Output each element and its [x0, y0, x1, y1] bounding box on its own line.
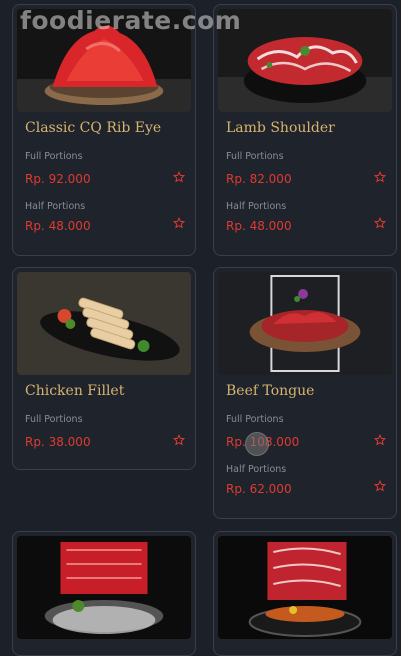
- dish-title: Chicken Fillet: [25, 383, 125, 399]
- menu-card-lamb-shoulder[interactable]: Lamb Shoulder Full Portions Rp. 82.000 H…: [213, 4, 397, 256]
- star-outline-icon[interactable]: [374, 434, 386, 446]
- portion-label-full: Full Portions: [226, 151, 284, 162]
- portion-label-full: Full Portions: [226, 414, 284, 425]
- portion-label-full: Full Portions: [25, 151, 83, 162]
- watermark: foodierate.com: [20, 6, 242, 35]
- price-full: Rp. 82.000: [226, 172, 292, 186]
- dish-photo-partial-left: [17, 536, 191, 639]
- star-outline-icon[interactable]: [374, 171, 386, 183]
- menu-card-beef-tongue[interactable]: Beef Tongue Full Portions Rp. 108.000 Ha…: [213, 267, 397, 519]
- star-outline-icon[interactable]: [173, 171, 185, 183]
- star-outline-icon[interactable]: [173, 217, 185, 229]
- star-outline-icon[interactable]: [374, 480, 386, 492]
- menu-card-chicken-fillet[interactable]: Chicken Fillet Full Portions Rp. 38.000: [12, 267, 196, 470]
- loading-spinner-icon: [245, 432, 269, 456]
- menu-card-rib-eye[interactable]: Classic CQ Rib Eye Full Portions Rp. 92.…: [12, 4, 196, 256]
- menu-card-partial-right[interactable]: [213, 531, 397, 656]
- portion-label-half: Half Portions: [226, 464, 287, 475]
- price-full: Rp. 92.000: [25, 172, 91, 186]
- dish-title: Beef Tongue: [226, 383, 315, 399]
- menu-card-partial-left[interactable]: [12, 531, 196, 656]
- portion-label-half: Half Portions: [25, 201, 86, 212]
- star-outline-icon[interactable]: [173, 434, 185, 446]
- price-half: Rp. 48.000: [226, 219, 292, 233]
- dish-photo-chicken-fillet: [17, 272, 191, 375]
- portion-label-half: Half Portions: [226, 201, 287, 212]
- price-half: Rp. 48.000: [25, 219, 91, 233]
- star-outline-icon[interactable]: [374, 217, 386, 229]
- portion-label-full: Full Portions: [25, 414, 83, 425]
- dish-title: Classic CQ Rib Eye: [25, 120, 162, 136]
- dish-photo-beef-tongue: [218, 272, 392, 375]
- dish-photo-partial-right: [218, 536, 392, 639]
- dish-photo-lamb-shoulder: [218, 9, 392, 112]
- price-half: Rp. 62.000: [226, 482, 292, 496]
- price-full: Rp. 38.000: [25, 435, 91, 449]
- dish-title: Lamb Shoulder: [226, 120, 335, 136]
